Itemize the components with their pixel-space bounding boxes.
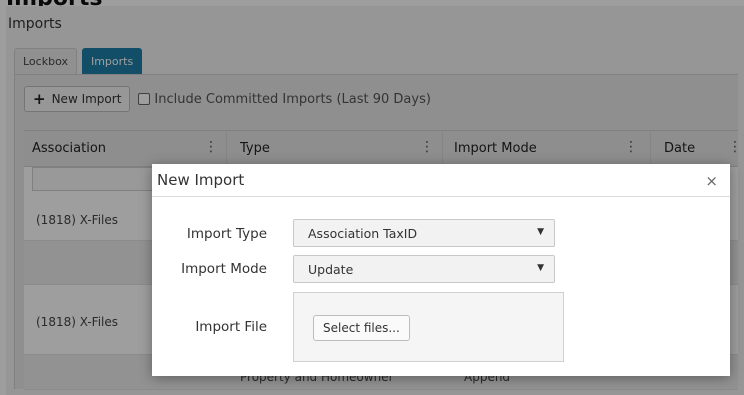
chevron-down-icon: ▼: [537, 227, 544, 237]
import-type-value: Association TaxID: [308, 226, 418, 241]
import-mode-label: Import Mode: [181, 261, 267, 277]
select-files-button[interactable]: Select files...: [313, 315, 410, 341]
dialog-title: New Import: [157, 171, 245, 189]
close-icon[interactable]: ×: [705, 172, 718, 190]
import-type-select[interactable]: Association TaxID ▼: [293, 219, 555, 247]
dialog-header: New Import ×: [152, 164, 730, 197]
import-mode-value: Update: [308, 262, 354, 277]
import-type-label: Import Type: [186, 226, 267, 242]
chevron-down-icon: ▼: [537, 263, 544, 273]
import-file-label: Import File: [195, 319, 267, 335]
new-import-dialog: New Import × Import Type Association Tax…: [152, 164, 730, 376]
file-upload-area[interactable]: Select files...: [293, 292, 564, 362]
import-mode-select[interactable]: Update ▼: [293, 255, 555, 283]
